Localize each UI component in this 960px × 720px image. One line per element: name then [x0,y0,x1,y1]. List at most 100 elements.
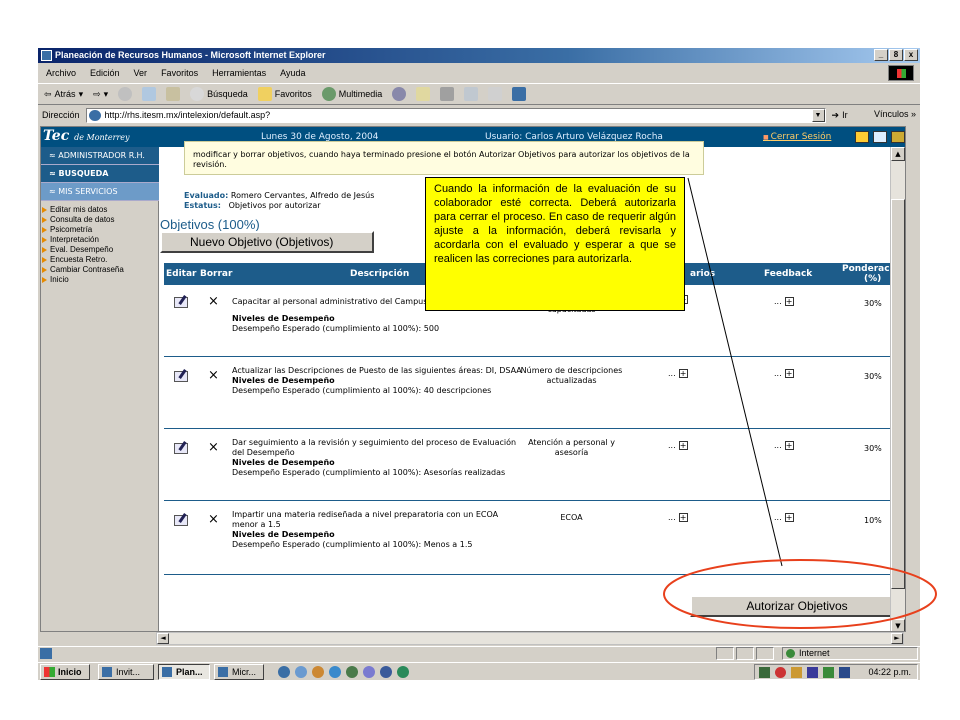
row-comentarios[interactable]: ...+ [668,441,688,451]
discuss-icon[interactable] [488,87,503,101]
expand-icon[interactable]: + [678,513,688,522]
delete-icon[interactable]: × [208,295,219,308]
sidebar-item-psicometria[interactable]: Psicometría [41,225,158,235]
favorites-button[interactable]: Favoritos [257,87,312,101]
chevron-down-icon[interactable]: ▼ [811,108,825,122]
mail-icon[interactable] [416,87,431,101]
delete-icon[interactable]: × [208,513,219,526]
help-icon[interactable] [891,131,905,143]
menu-edicion[interactable]: Edición [90,68,120,78]
app-icon[interactable] [380,666,392,678]
messenger-icon[interactable] [512,87,527,101]
edit-icon[interactable] [174,297,188,308]
edit-icon[interactable] [174,515,188,526]
multimedia-button[interactable]: Multimedia [321,87,382,101]
sidebar-item-contrasena[interactable]: Cambiar Contraseña [41,265,158,275]
maximize-button[interactable]: 8 [889,49,903,61]
row-com-text: ... [668,441,676,450]
row-desc-text: Dar seguimiento a la revisión y seguimie… [232,438,517,457]
menu-favoritos[interactable]: Favoritos [161,68,198,78]
scroll-down-icon[interactable]: ▼ [891,619,905,631]
edit-icon[interactable] [464,87,479,101]
menu-ver[interactable]: Ver [134,68,148,78]
logout-link[interactable]: Cerrar Sesión [763,132,832,142]
desktop-icon[interactable] [295,666,307,678]
favorites-label: Favoritos [274,89,312,99]
task-micr[interactable]: Micr... [214,664,264,680]
sidebar-section-admin[interactable]: ≈ ADMINISTRADOR R.H. [41,147,159,165]
row-feedback[interactable]: ... + [774,441,794,451]
stop-icon[interactable] [118,87,133,101]
row-comentarios[interactable]: ...+ [668,369,688,379]
row-feedback[interactable]: ... + [774,369,794,379]
sidebar-section-mis-servicios[interactable]: ≈ MIS SERVICIOS [41,183,159,201]
horizontal-scrollbar[interactable]: ◄ ► [156,632,904,645]
sidebar-section-label: MIS SERVICIOS [58,187,118,196]
menu-archivo[interactable]: Archivo [46,68,76,78]
tray-icon[interactable] [775,667,786,678]
home-icon[interactable] [166,87,181,101]
window-icon[interactable] [873,131,887,143]
scroll-thumb[interactable] [891,199,905,589]
tray-icon[interactable] [791,667,802,678]
menu-herramientas[interactable]: Herramientas [212,68,266,78]
sidebar-item-editar[interactable]: Editar mis datos [41,205,158,215]
tray-icon[interactable] [807,667,818,678]
row-comentarios[interactable]: ...+ [668,513,688,523]
network-icon[interactable] [855,131,869,143]
sidebar-item-inicio[interactable]: Inicio [41,275,158,285]
tray-icon[interactable] [839,667,850,678]
row-feedback[interactable]: ... + [774,513,794,523]
brand-name: Tec [43,128,70,144]
expand-icon[interactable]: + [784,297,794,306]
minimize-button[interactable]: _ [874,49,888,61]
scroll-left-icon[interactable]: ◄ [157,633,169,644]
expand-icon[interactable]: + [784,369,794,378]
task-invit[interactable]: Invit... [98,664,154,680]
app-icon[interactable] [397,666,409,678]
links-button[interactable]: Vínculos » [874,109,916,119]
new-objective-button[interactable]: Nuevo Objetivo (Objetivos) [160,231,374,253]
sidebar-item-encuesta[interactable]: Encuesta Retro. [41,255,158,265]
forward-button[interactable]: ⇨ ▾ [93,89,108,100]
refresh-icon[interactable] [142,87,157,101]
expand-icon[interactable]: + [678,441,688,450]
edit-icon[interactable] [174,443,188,454]
start-button[interactable]: Inicio [40,664,90,680]
row-com-text: ... [668,369,676,378]
scroll-right-icon[interactable]: ► [891,633,903,644]
authorize-objectives-button[interactable]: Autorizar Objetivos [690,595,904,617]
expand-icon[interactable]: + [784,441,794,450]
delete-icon[interactable]: × [208,441,219,454]
app-icon[interactable] [329,666,341,678]
windows-logo-icon [888,65,914,81]
row-feedback[interactable]: ... + [774,297,794,307]
tray-icon[interactable] [823,667,834,678]
row-fb-text: ... [774,513,782,522]
menu-ayuda[interactable]: Ayuda [280,68,305,78]
sidebar-section-busqueda[interactable]: ≈ BUSQUEDA [41,165,159,183]
address-input[interactable]: http://rhs.itesm.mx/intelexion/default.a… [85,107,826,123]
app-icon[interactable] [363,666,375,678]
search-button[interactable]: Búsqueda [190,87,248,101]
history-icon[interactable] [392,87,407,101]
sidebar-item-interpretacion[interactable]: Interpretación [41,235,158,245]
app-icon[interactable] [312,666,324,678]
ie-icon[interactable] [278,666,290,678]
expand-icon[interactable]: + [784,513,794,522]
print-icon[interactable] [440,87,455,101]
scroll-up-icon[interactable]: ▲ [891,147,905,161]
close-button[interactable]: x [904,49,918,61]
sidebar-item-consulta[interactable]: Consulta de datos [41,215,158,225]
app-icon[interactable] [346,666,358,678]
tray-icon[interactable] [759,667,770,678]
task-plan[interactable]: Plan... [158,664,210,680]
row-ponderacion: 30% [864,299,882,308]
edit-icon[interactable] [174,371,188,382]
vertical-scrollbar[interactable]: ▲ ▼ [890,147,905,631]
sidebar-item-eval[interactable]: Eval. Desempeño [41,245,158,255]
delete-icon[interactable]: × [208,369,219,382]
go-button[interactable]: ➔ Ir [832,110,848,121]
expand-icon[interactable]: + [678,369,688,378]
back-button[interactable]: ⇦ Atrás ▾ [44,89,83,100]
